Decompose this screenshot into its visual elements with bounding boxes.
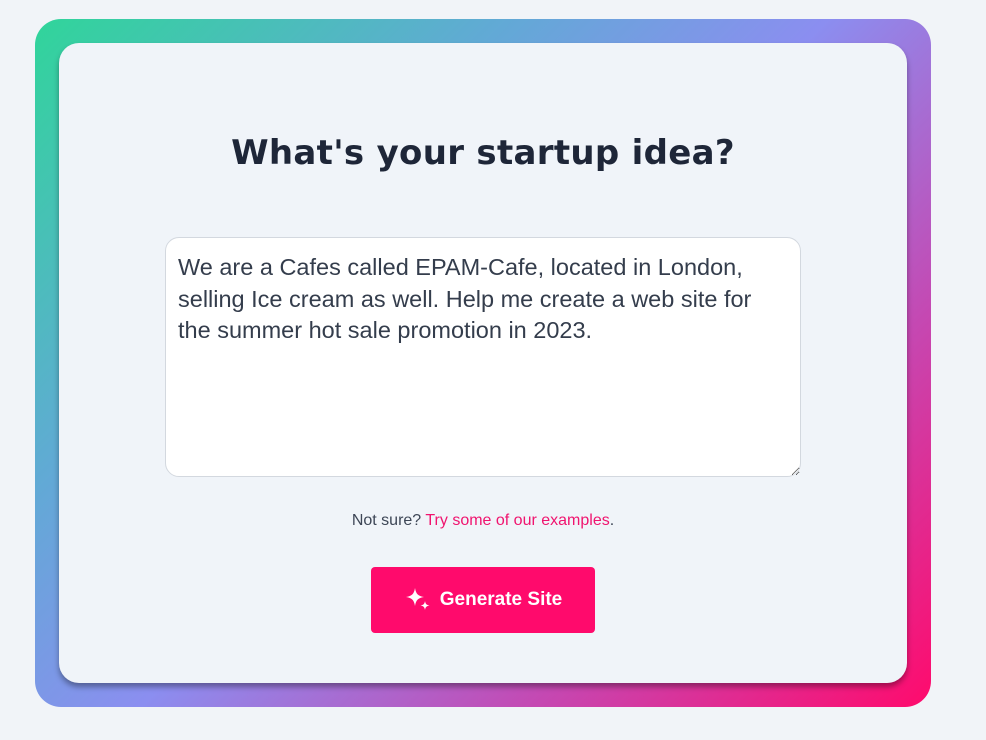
examples-hint: Not sure? Try some of our examples. <box>59 512 907 530</box>
hint-prefix: Not sure? <box>351 512 426 529</box>
generate-site-label: Generate Site <box>439 589 563 610</box>
hint-suffix: . <box>609 512 615 529</box>
startup-idea-input[interactable]: We are a Cafes called EPAM-Cafe, located… <box>165 237 801 477</box>
idea-card: What's your startup idea? We are a Cafes… <box>59 43 907 683</box>
sparkle-icon <box>404 586 432 614</box>
page-title: What's your startup idea? <box>231 133 735 173</box>
generate-site-button[interactable]: Generate Site <box>371 567 595 633</box>
examples-link[interactable]: Try some of our examples <box>425 512 609 529</box>
